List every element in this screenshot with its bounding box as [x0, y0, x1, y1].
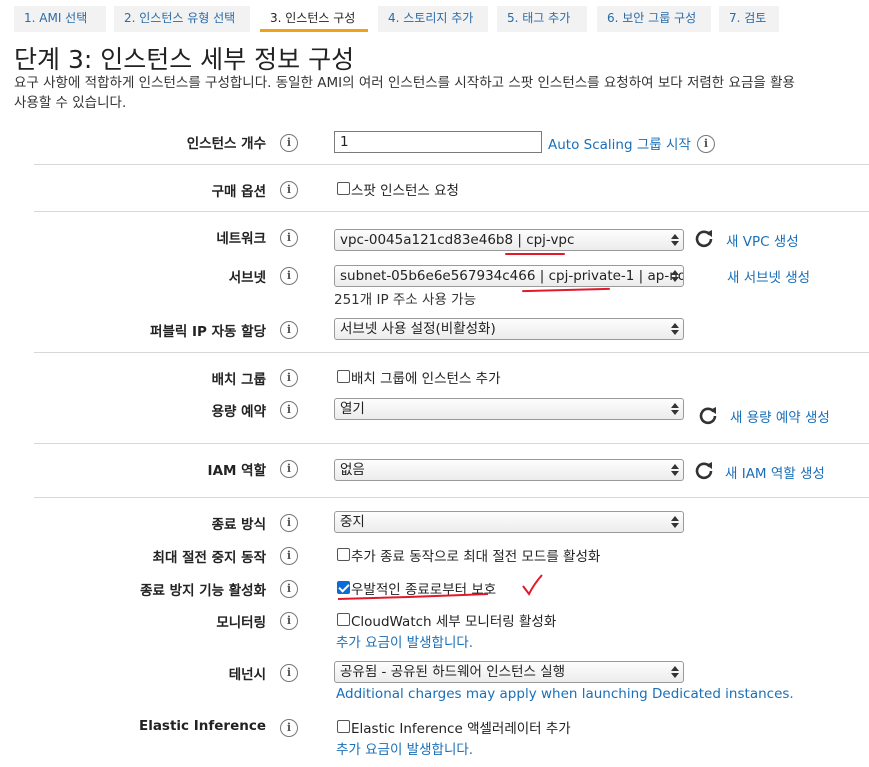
- auto-scaling-link[interactable]: Auto Scaling 그룹 시작: [548, 133, 691, 153]
- instance-count-input[interactable]: 1: [334, 131, 542, 153]
- refresh-icon[interactable]: [694, 228, 714, 248]
- select-arrows-icon: [671, 402, 679, 416]
- tab-review[interactable]: 7. 검토: [719, 6, 779, 32]
- description-line-1: 요구 사항에 적합하게 인스턴스를 구성합니다. 동일한 AMI의 여러 인스턴…: [14, 75, 795, 91]
- page-description: 요구 사항에 적합하게 인스턴스를 구성합니다. 동일한 AMI의 여러 인스턴…: [14, 73, 869, 113]
- network-label: 네트워크: [216, 231, 266, 247]
- tab-tags[interactable]: 5. 태그 추가: [497, 6, 587, 32]
- refresh-icon[interactable]: [698, 405, 718, 425]
- iam-role-select[interactable]: 없음: [334, 459, 684, 481]
- placement-group-label: 배치 그룹: [211, 372, 266, 388]
- refresh-icon[interactable]: [694, 460, 714, 480]
- shutdown-behavior-label: 종료 방식: [211, 517, 266, 533]
- info-icon[interactable]: i: [280, 547, 298, 565]
- stop-hibernate-label: 최대 절전 중지 동작: [152, 550, 266, 566]
- capacity-reservation-select-value: 열기: [340, 401, 365, 417]
- select-arrows-icon: [671, 463, 679, 477]
- description-line-2: 사용할 수 있습니다.: [14, 95, 127, 111]
- select-arrows-icon: [671, 515, 679, 529]
- tenancy-select[interactable]: 공유됨 - 공유된 하드웨어 인스턴스 실행: [334, 661, 684, 683]
- divider: [34, 164, 869, 165]
- placement-group-checkbox[interactable]: [337, 370, 350, 383]
- public-ip-label: 퍼블릭 IP 자동 할당: [150, 324, 266, 340]
- elastic-inference-checkbox-label: Elastic Inference 액셀러레이터 추가: [351, 721, 571, 737]
- elastic-inference-checkbox[interactable]: [337, 720, 350, 733]
- info-icon[interactable]: i: [280, 664, 298, 682]
- info-icon[interactable]: i: [280, 719, 298, 737]
- public-ip-select[interactable]: 서브넷 사용 설정(비활성화): [334, 318, 684, 340]
- monitoring-checkbox-label: CloudWatch 세부 모니터링 활성화: [351, 614, 557, 630]
- termination-protection-label: 종료 방지 기능 활성화: [140, 583, 266, 599]
- info-icon[interactable]: i: [280, 401, 298, 419]
- instance-count-label: 인스턴스 개수: [186, 136, 266, 152]
- tab-storage[interactable]: 4. 스토리지 추가: [378, 6, 488, 32]
- iam-role-select-value: 없음: [340, 462, 365, 478]
- elastic-inference-label: Elastic Inference: [138, 718, 266, 734]
- info-icon[interactable]: i: [280, 229, 298, 247]
- divider: [34, 211, 869, 212]
- spot-instance-checkbox[interactable]: [337, 182, 350, 195]
- shutdown-behavior-select-value: 중지: [340, 514, 365, 530]
- info-icon[interactable]: i: [280, 181, 298, 199]
- select-arrows-icon: [671, 665, 679, 679]
- info-icon[interactable]: i: [280, 612, 298, 630]
- capacity-reservation-label: 용량 예약: [211, 404, 266, 420]
- shutdown-behavior-select[interactable]: 중지: [334, 511, 684, 533]
- divider: [34, 352, 869, 353]
- capacity-reservation-select[interactable]: 열기: [334, 398, 684, 420]
- info-icon[interactable]: i: [280, 580, 298, 598]
- annotation-checkmark: [337, 574, 543, 600]
- tenancy-select-value: 공유됨 - 공유된 하드웨어 인스턴스 실행: [340, 664, 566, 680]
- spot-instance-checkbox-label: 스팟 인스턴스 요청: [351, 183, 459, 199]
- select-arrows-icon: [671, 233, 679, 247]
- info-icon[interactable]: i: [280, 369, 298, 387]
- info-icon[interactable]: i: [280, 321, 298, 339]
- network-select-value: vpc-0045a121cd83e46b8 | cpj-vpc: [340, 232, 575, 248]
- divider: [34, 497, 869, 498]
- create-subnet-link[interactable]: 새 서브넷 생성: [727, 266, 810, 286]
- tab-configure-instance[interactable]: 3. 인스턴스 구성: [260, 6, 368, 32]
- tenancy-charges-note[interactable]: Additional charges may apply when launch…: [336, 686, 794, 702]
- create-iam-role-link[interactable]: 새 IAM 역할 생성: [725, 462, 825, 482]
- subnet-ip-available: 251개 IP 주소 사용 가능: [334, 292, 476, 308]
- select-arrows-icon: [671, 269, 679, 283]
- tab-ami[interactable]: 1. AMI 선택: [14, 6, 106, 32]
- info-icon[interactable]: i: [280, 267, 298, 285]
- info-icon[interactable]: i: [280, 514, 298, 532]
- tab-instance-type[interactable]: 2. 인스턴스 유형 선택: [114, 6, 250, 32]
- create-vpc-link[interactable]: 새 VPC 생성: [726, 230, 799, 250]
- info-icon[interactable]: i: [280, 460, 298, 478]
- monitoring-checkbox[interactable]: [337, 613, 350, 626]
- elastic-inference-charges-note[interactable]: 추가 요금이 발생합니다.: [336, 738, 473, 758]
- tenancy-label: 테넌시: [228, 667, 266, 683]
- subnet-label: 서브넷: [228, 270, 266, 286]
- purchase-option-label: 구매 옵션: [211, 184, 266, 200]
- page-title: 단계 3: 인스턴스 세부 정보 구성: [14, 45, 355, 74]
- monitoring-charges-note[interactable]: 추가 요금이 발생합니다.: [336, 631, 473, 651]
- info-icon[interactable]: i: [697, 135, 715, 153]
- public-ip-select-value: 서브넷 사용 설정(비활성화): [340, 321, 496, 337]
- info-icon[interactable]: i: [280, 134, 298, 152]
- create-capacity-reservation-link[interactable]: 새 용량 예약 생성: [730, 406, 830, 426]
- subnet-select-value: subnet-05b6e6e567934c466 | cpj-private-1…: [340, 268, 683, 284]
- wizard-tabs: 1. AMI 선택 2. 인스턴스 유형 선택 3. 인스턴스 구성 4. 스토…: [0, 0, 869, 36]
- stop-hibernate-checkbox[interactable]: [337, 548, 350, 561]
- annotation-underline: [505, 253, 565, 255]
- iam-role-label: IAM 역할: [207, 463, 266, 479]
- select-arrows-icon: [671, 322, 679, 336]
- annotation-underline: [521, 287, 611, 293]
- tab-security-group[interactable]: 6. 보안 그룹 구성: [597, 6, 711, 32]
- stop-hibernate-checkbox-label: 추가 종료 동작으로 최대 절전 모드를 활성화: [351, 549, 601, 565]
- placement-group-checkbox-label: 배치 그룹에 인스턴스 추가: [351, 371, 501, 387]
- subnet-select[interactable]: subnet-05b6e6e567934c466 | cpj-private-1…: [334, 265, 684, 287]
- divider: [34, 443, 869, 444]
- network-select[interactable]: vpc-0045a121cd83e46b8 | cpj-vpc: [334, 229, 684, 251]
- monitoring-label: 모니터링: [216, 615, 266, 631]
